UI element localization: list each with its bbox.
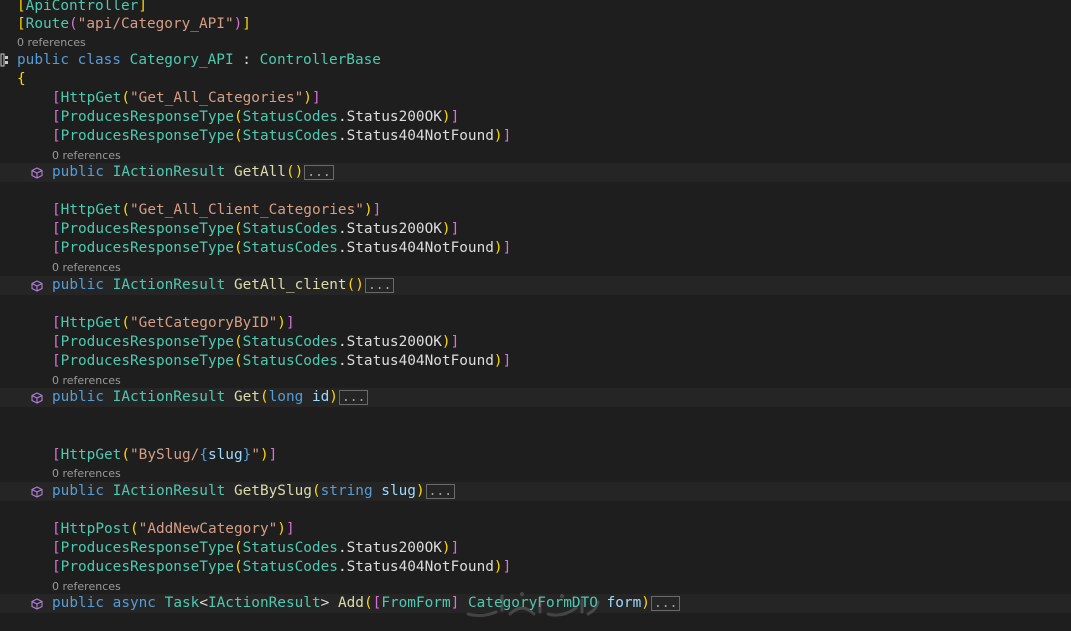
code-line-produces-404: [ProducesResponseType(StatusCodes.Status… <box>52 128 512 144</box>
code-line-httpget-get-category-by-id: [HttpGet("GetCategoryByID")] <box>52 315 295 331</box>
code-line-httpget-get-all: [HttpGet("Get_All_Categories")] <box>52 90 321 106</box>
method-references-codelens[interactable]: 0 references <box>0 261 1071 275</box>
code-line-produces-404: [ProducesResponseType(StatusCodes.Status… <box>52 559 512 575</box>
collapsed-body-toggle[interactable]: ... <box>338 389 369 405</box>
code-line-class-declaration: public class Category_API : ControllerBa… <box>17 52 381 68</box>
code-line-produces-200: [ProducesResponseType(StatusCodes.Status… <box>52 221 460 237</box>
code-line-produces-200: [ProducesResponseType(StatusCodes.Status… <box>52 334 460 350</box>
code-line-apicontroller-attribute: [ApiController] <box>17 0 147 14</box>
collapsed-body-toggle[interactable]: ... <box>304 164 334 180</box>
code-line-produces-404: [ProducesResponseType(StatusCodes.Status… <box>52 240 512 256</box>
code-line-produces-200: [ProducesResponseType(StatusCodes.Status… <box>52 540 460 556</box>
code-line-method-getall-client[interactable]: public IActionResult GetAll_client()... <box>0 276 1071 295</box>
code-editor[interactable]: [ApiController] [Route("api/Category_API… <box>0 0 1071 631</box>
method-references-codelens[interactable]: 0 references <box>0 149 1071 163</box>
method-cube-icon <box>31 280 43 292</box>
method-cube-icon <box>31 486 43 498</box>
code-line-open-brace: { <box>17 71 26 87</box>
code-line-method-get[interactable]: public IActionResult Get(long id)... <box>0 388 1071 407</box>
method-cube-icon <box>31 598 43 610</box>
method-cube-icon <box>31 392 43 404</box>
code-line-produces-200: [ProducesResponseType(StatusCodes.Status… <box>52 109 460 125</box>
code-line-httpget-get-all-client: [HttpGet("Get_All_Client_Categories")] <box>52 202 382 218</box>
method-references-codelens[interactable]: 0 references <box>0 580 1071 594</box>
code-line-httppost-add-new-category: [HttpPost("AddNewCategory")] <box>52 521 295 537</box>
collapsed-body-toggle[interactable]: ... <box>650 595 681 611</box>
code-line-httpget-by-slug: [HttpGet("BySlug/{slug}")] <box>52 447 278 463</box>
code-line-method-getall[interactable]: public IActionResult GetAll()... <box>0 163 1071 182</box>
code-line-route-attribute: [Route("api/Category_API")] <box>17 16 251 32</box>
code-line-method-add[interactable]: public async Task<IActionResult> Add([Fr… <box>0 594 1071 613</box>
class-references-codelens[interactable]: 0 references <box>0 36 1071 50</box>
collapsed-body-toggle[interactable]: ... <box>364 277 395 293</box>
collapsed-body-toggle[interactable]: ... <box>425 483 456 499</box>
code-line-produces-404: [ProducesResponseType(StatusCodes.Status… <box>52 353 512 369</box>
method-references-codelens[interactable]: 0 references <box>0 374 1071 388</box>
method-references-codelens[interactable]: 0 references <box>0 467 1071 481</box>
method-cube-icon <box>31 167 43 179</box>
code-line-method-getbyslug[interactable]: public IActionResult GetBySlug(string sl… <box>0 482 1071 501</box>
